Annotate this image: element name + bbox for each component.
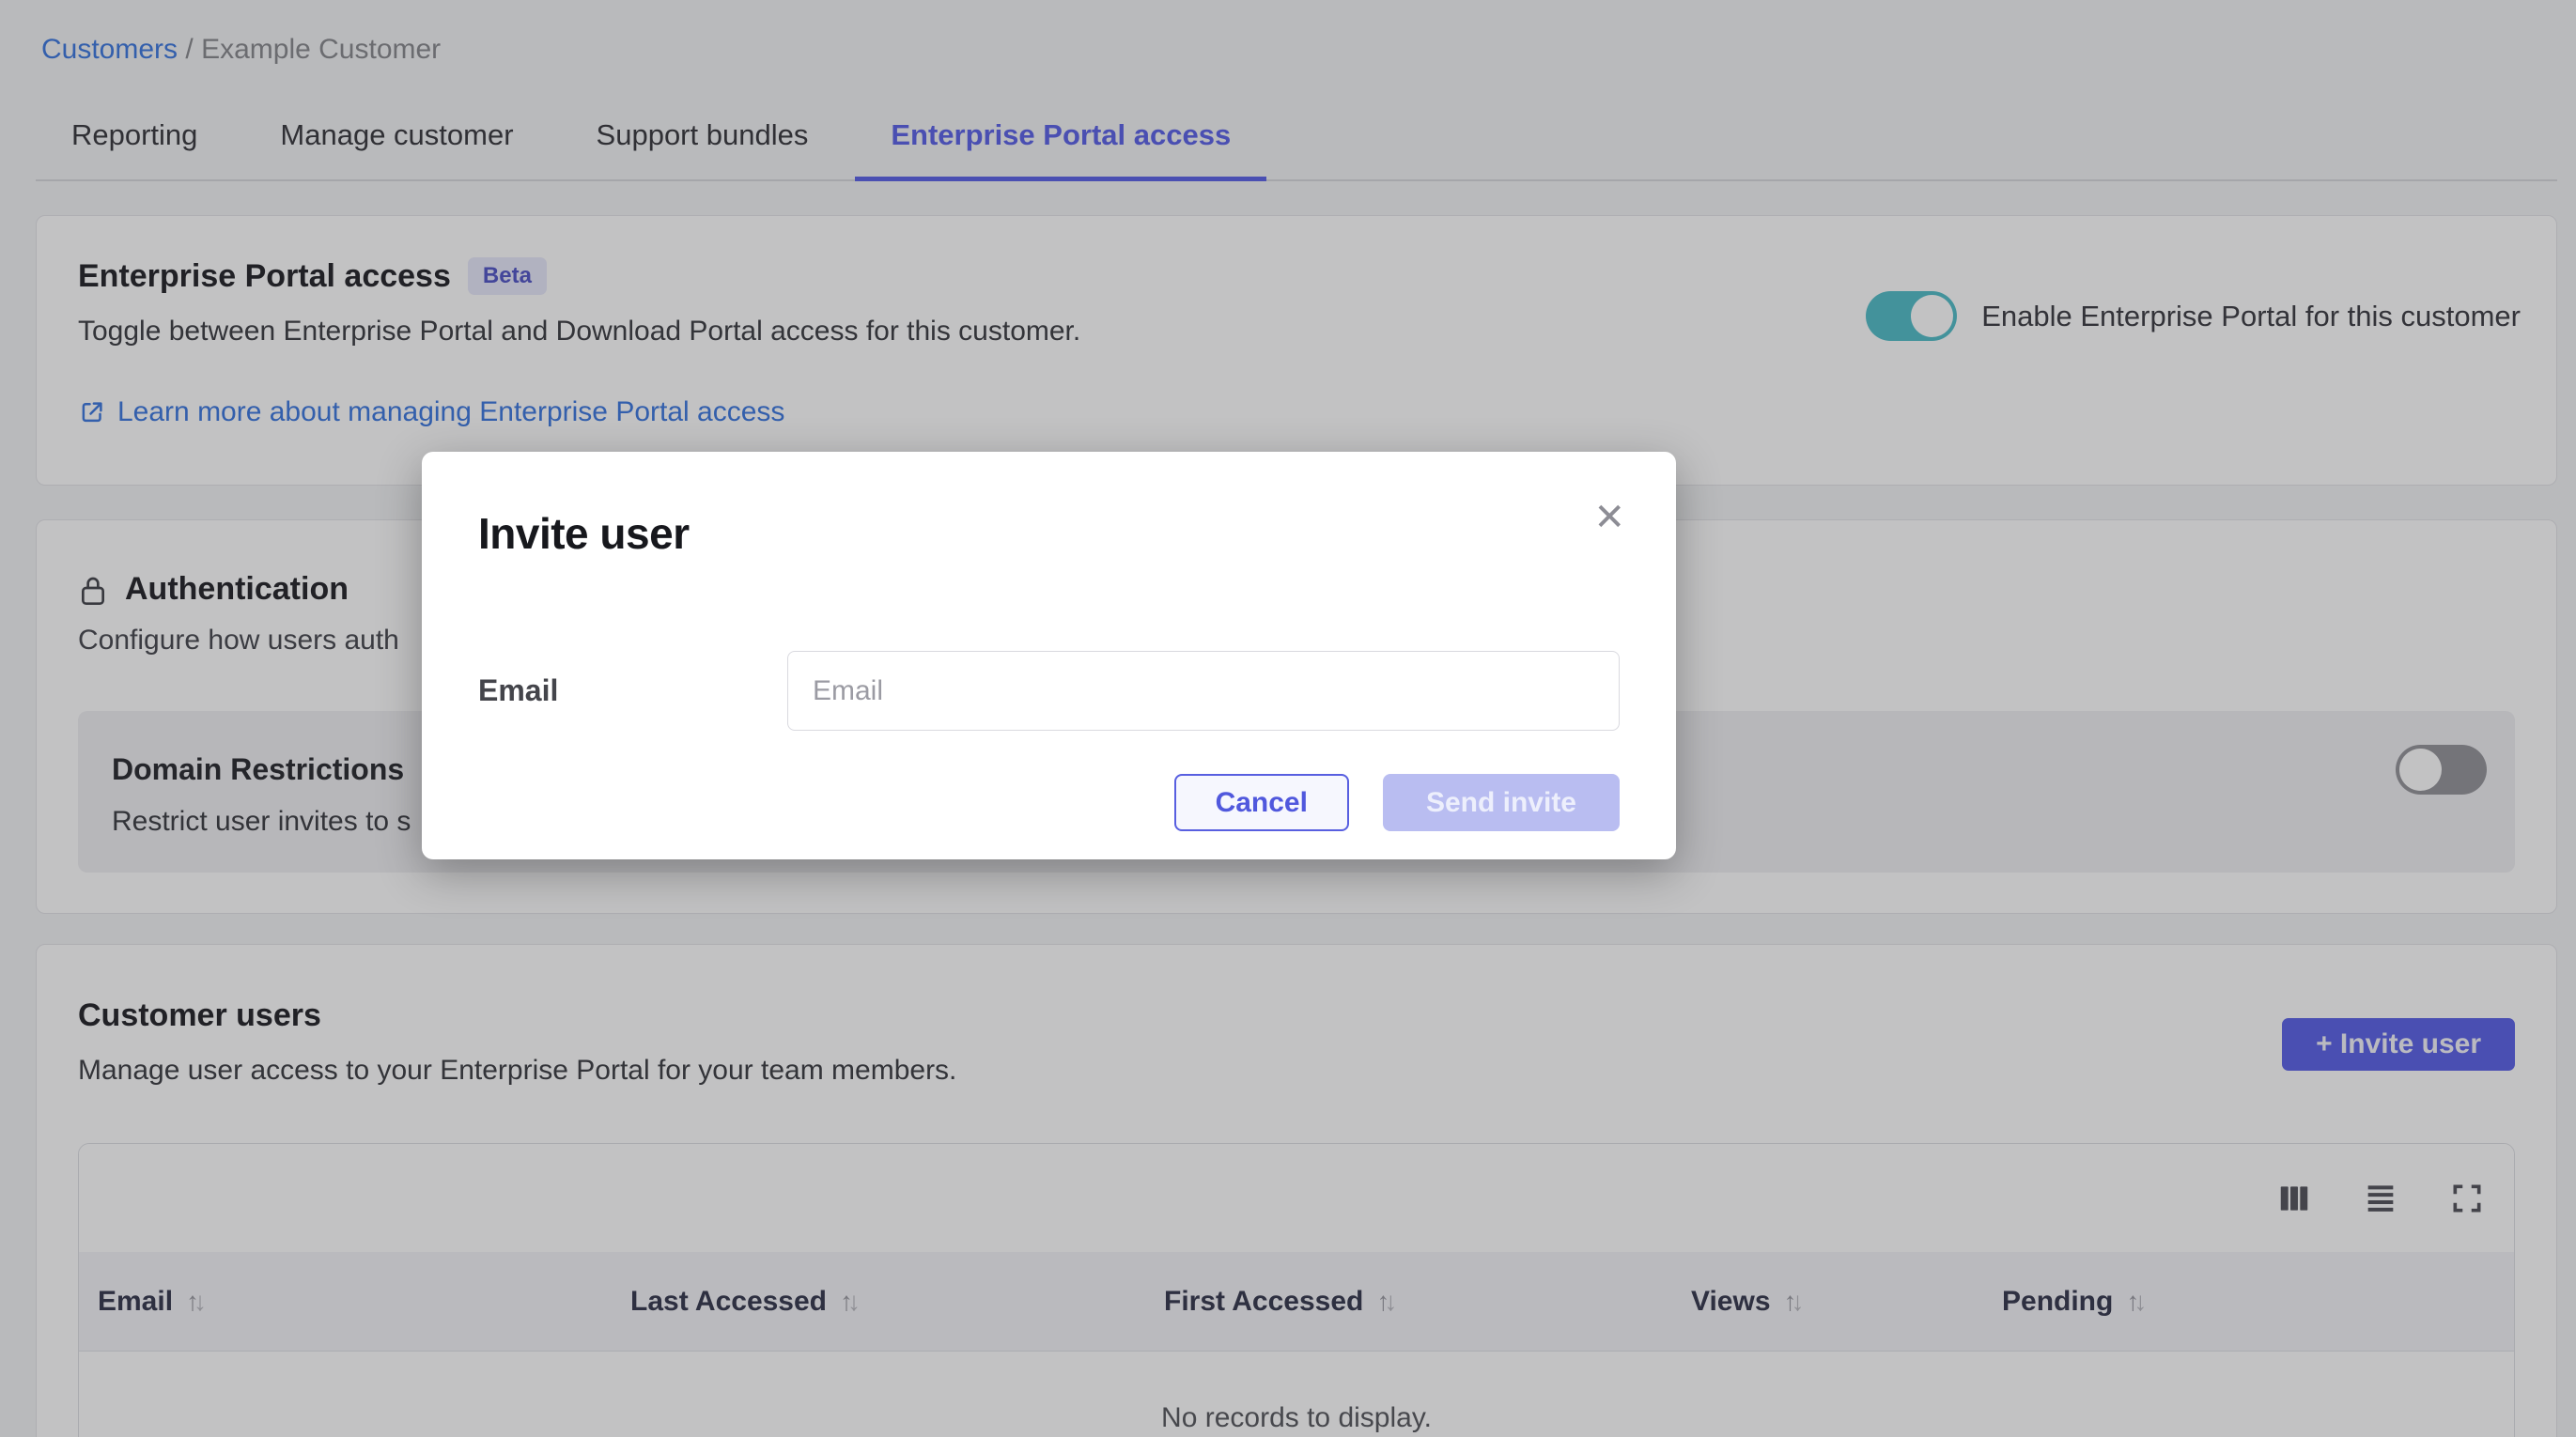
email-field-row: Email (478, 651, 1620, 731)
modal-footer: Cancel Send invite (478, 774, 1620, 831)
close-icon[interactable]: ✕ (1593, 499, 1625, 536)
email-input[interactable] (787, 651, 1620, 731)
send-invite-button[interactable]: Send invite (1383, 774, 1620, 831)
email-field-label: Email (478, 673, 787, 708)
invite-user-modal: Invite user ✕ Email Cancel Send invite (422, 452, 1676, 859)
cancel-button[interactable]: Cancel (1174, 774, 1349, 831)
modal-title: Invite user (478, 508, 1620, 559)
